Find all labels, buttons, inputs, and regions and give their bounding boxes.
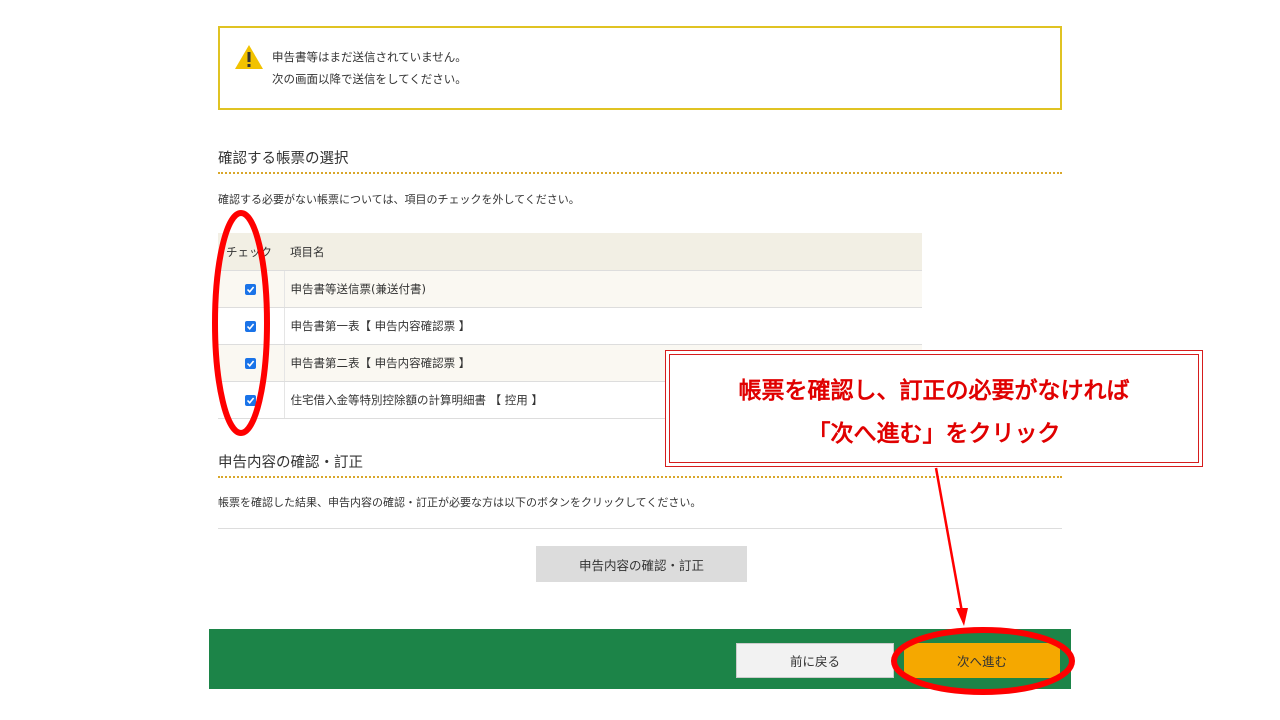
annotation-arrow: [934, 467, 964, 613]
review-description: 帳票を確認した結果、申告内容の確認・訂正が必要な方は以下のボタンをクリックしてく…: [218, 496, 702, 509]
notice-text: 申告書等はまだ送信されていません。 次の画面以降で送信をしてください。: [272, 46, 467, 90]
review-title: 申告内容の確認・訂正: [218, 455, 363, 471]
column-header-check: チェック: [218, 233, 284, 271]
warning-icon: [235, 45, 263, 69]
review-correct-button[interactable]: 申告内容の確認・訂正: [536, 546, 747, 582]
section-divider: [218, 476, 1062, 478]
form-select-description: 確認する必要がない帳票については、項目のチェックを外してください。: [218, 193, 580, 206]
back-button[interactable]: 前に戻る: [736, 643, 894, 678]
section-divider: [218, 172, 1062, 174]
form-select-title: 確認する帳票の選択: [218, 151, 349, 167]
notice-line-2: 次の画面以降で送信をしてください。: [272, 72, 467, 86]
divider: [218, 528, 1062, 529]
notice-line-1: 申告書等はまだ送信されていません。: [272, 50, 467, 64]
annotation-callout: 帳票を確認し、訂正の必要がなければ 「次へ進む」をクリック: [665, 350, 1203, 467]
table-header-row: チェック 項目名: [218, 233, 922, 271]
row-checkbox[interactable]: [245, 284, 257, 295]
next-button[interactable]: 次へ進む: [904, 643, 1060, 678]
table-row: 申告書第一表【 申告内容確認票 】: [218, 307, 922, 345]
row-checkbox[interactable]: [245, 358, 257, 369]
table-row: 申告書等送信票(兼送付書): [218, 270, 922, 308]
arrow-head: [956, 608, 968, 626]
row-label: 申告書第一表【 申告内容確認票 】: [284, 307, 922, 345]
row-checkbox[interactable]: [245, 395, 257, 406]
notice-box: 申告書等はまだ送信されていません。 次の画面以降で送信をしてください。: [218, 26, 1062, 110]
column-header-item: 項目名: [284, 233, 922, 271]
callout-line-1: 帳票を確認し、訂正の必要がなければ: [738, 378, 1130, 404]
row-checkbox[interactable]: [245, 321, 257, 332]
callout-line-2: 「次へ進む」をクリック: [807, 421, 1061, 447]
row-label: 申告書等送信票(兼送付書): [284, 270, 922, 308]
